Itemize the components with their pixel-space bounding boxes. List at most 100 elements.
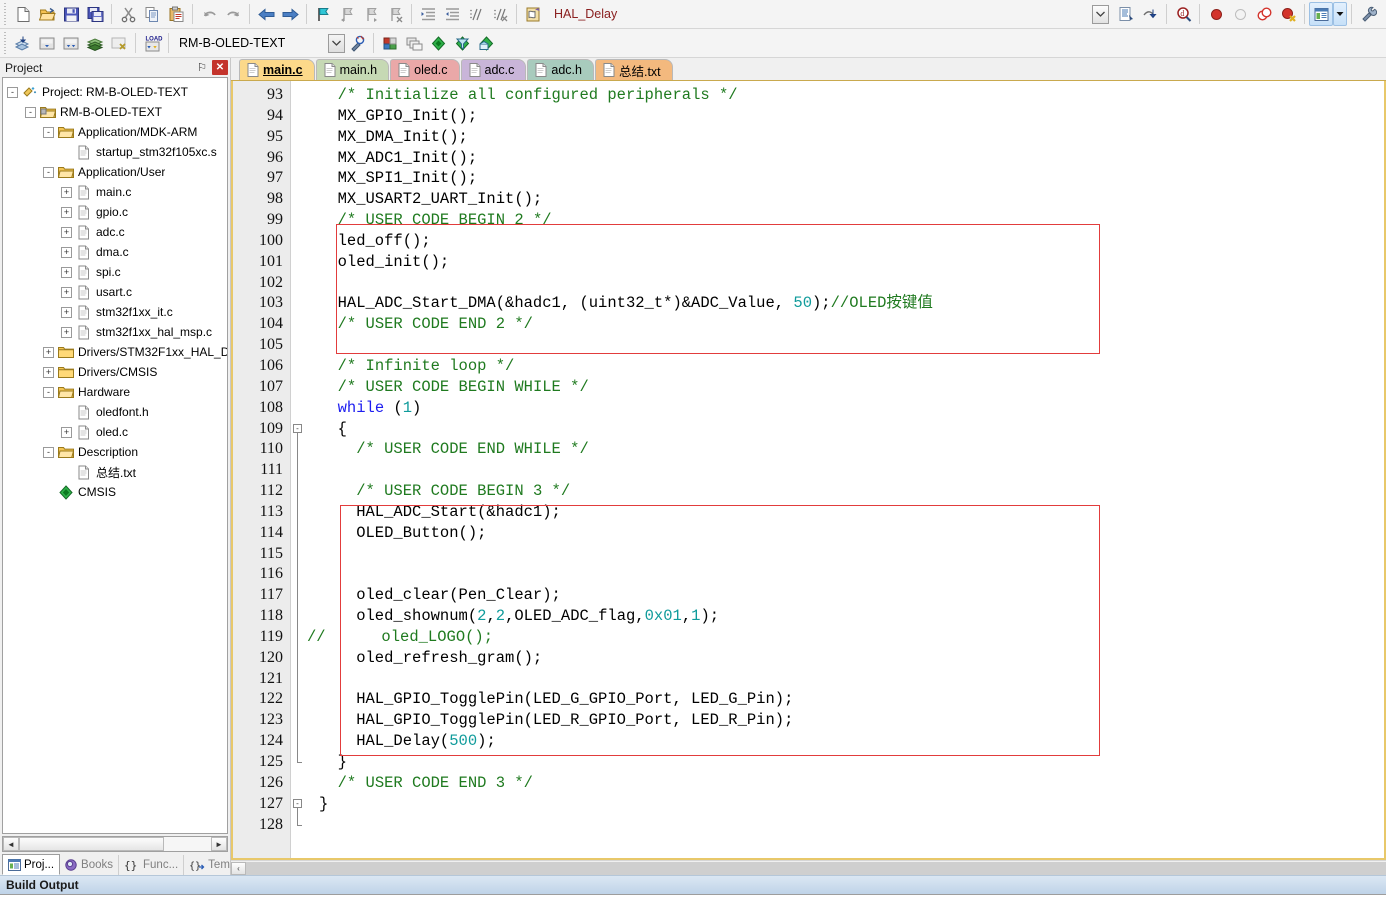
fold-marker-row[interactable] [291,481,307,502]
expand-toggle-icon[interactable]: + [61,286,72,298]
collapse-toggle-icon[interactable]: - [43,126,54,138]
collapse-toggle-icon[interactable]: - [25,106,36,118]
close-icon[interactable]: ✕ [212,60,228,75]
goto-definition-icon[interactable] [521,2,545,26]
manage-project-items-icon[interactable] [378,31,402,55]
indent-left-icon[interactable] [440,2,464,26]
fold-marker-row[interactable] [291,460,307,482]
paste-icon[interactable] [164,2,188,26]
fold-marker-row[interactable] [291,377,307,398]
toolbar-gripper-2[interactable] [2,32,8,54]
new-file-icon[interactable] [11,2,35,26]
tree-item[interactable]: + stm32f1xx_hal_msp.c [7,322,227,342]
multi-project-icon[interactable] [402,31,426,55]
redo-icon[interactable] [221,2,245,26]
tree-item[interactable]: + stm32f1xx_it.c [7,302,227,322]
code-line[interactable]: HAL_Delay(500); [307,731,1384,752]
editor-tab-mainc[interactable]: main.c [239,59,315,80]
fold-marker-row[interactable] [291,85,307,106]
fold-marker-row[interactable] [291,731,307,752]
code-folding-margin[interactable]: -- [291,81,307,858]
breakpoint-disable-icon[interactable] [1228,2,1252,26]
fold-marker-row[interactable] [291,564,307,586]
pin-icon[interactable]: ⚐ [194,60,210,75]
fold-marker-row[interactable] [291,335,307,356]
collapse-toggle-icon[interactable]: - [7,86,18,98]
editor-tab-txt[interactable]: 总结.txt [594,59,673,80]
fold-marker-row[interactable] [291,439,307,461]
fold-marker-row[interactable] [291,689,307,711]
bookmark-next-icon[interactable] [359,2,383,26]
fold-marker-row[interactable] [291,189,307,210]
code-line[interactable]: HAL_GPIO_TogglePin(LED_R_GPIO_Port, LED_… [307,710,1384,731]
code-line[interactable]: /* USER CODE BEGIN 3 */ [307,481,1384,502]
function-combo-dropdown[interactable] [1087,4,1111,24]
configure-icon[interactable] [1356,2,1380,26]
bookmark-clear-icon[interactable] [383,2,407,26]
fold-marker-row[interactable] [291,148,307,169]
fold-marker-row[interactable] [291,273,307,294]
editor-scrollbar-thumb[interactable] [246,861,1386,875]
editor-tab-oledc[interactable]: oled.c [390,59,460,80]
toolbar-gripper[interactable] [2,3,8,25]
code-line[interactable] [307,544,1384,565]
code-line[interactable]: /* USER CODE END WHILE */ [307,439,1384,460]
fold-marker-row[interactable] [291,668,307,690]
fold-marker-row[interactable] [291,106,307,127]
navigate-forward-icon[interactable] [278,2,302,26]
code-line[interactable]: HAL_ADC_Start_DMA(&hadc1, (uint32_t*)&AD… [307,293,1384,314]
breakpoint-insert-icon[interactable] [1204,2,1228,26]
pane-tab-books[interactable]: Books [60,855,120,875]
fold-marker-row[interactable] [291,252,307,273]
load-icon[interactable]: LOAD [140,31,164,55]
code-line[interactable]: /* USER CODE END 3 */ [307,773,1384,794]
pane-tab-func[interactable]: {} Func... [119,855,185,875]
code-line[interactable]: HAL_ADC_Start(&hadc1); [307,502,1384,523]
expand-toggle-icon[interactable]: + [61,226,72,238]
fold-marker-row[interactable] [291,168,307,189]
stop-build-icon[interactable] [107,31,131,55]
code-line[interactable] [307,564,1384,585]
tree-item[interactable]: - Application/User [7,162,227,182]
collapse-toggle-icon[interactable]: - [43,166,54,178]
build-icon[interactable] [35,31,59,55]
editor-tab-adch[interactable]: adc.h [527,59,594,80]
fold-marker-row[interactable] [291,585,307,607]
code-line[interactable]: oled_refresh_gram(); [307,648,1384,669]
tree-item[interactable]: + spi.c [7,262,227,282]
code-line[interactable]: while (1) [307,398,1384,419]
editor-hscrollbar[interactable]: ‹ [231,860,1386,875]
expand-toggle-icon[interactable]: + [61,206,72,218]
code-line[interactable]: { [307,419,1384,440]
collapse-toggle-icon[interactable]: - [43,446,54,458]
copy-icon[interactable] [140,2,164,26]
translate-icon[interactable] [11,31,35,55]
navigate-back-icon[interactable] [254,2,278,26]
code-line[interactable]: /* USER CODE BEGIN WHILE */ [307,377,1384,398]
tree-item[interactable]: + Drivers/CMSIS [7,362,227,382]
tree-item[interactable]: + usart.c [7,282,227,302]
code-line[interactable]: MX_USART2_UART_Init(); [307,189,1384,210]
expand-toggle-icon[interactable]: + [61,306,72,318]
fold-marker-row[interactable] [291,231,307,252]
code-line[interactable]: oled_shownum(2,2,OLED_ADC_flag,0x01,1); [307,606,1384,627]
fold-marker-row[interactable] [291,543,307,565]
tree-item[interactable]: + gpio.c [7,202,227,222]
fold-marker-row[interactable] [291,814,307,836]
project-window-dropdown-icon[interactable] [1333,2,1347,26]
code-line[interactable] [307,273,1384,294]
code-line[interactable]: MX_DMA_Init(); [307,127,1384,148]
collapse-toggle-icon[interactable]: - [43,386,54,398]
tree-item[interactable]: CMSIS [7,482,227,502]
code-line[interactable]: } [307,794,1384,815]
fold-marker-row[interactable]: - [291,419,307,440]
tree-item[interactable]: - Hardware [7,382,227,402]
fold-marker-row[interactable] [291,501,307,523]
tree-item[interactable]: 总结.txt [7,462,227,482]
batch-build-icon[interactable] [83,31,107,55]
editor-tab-adcc[interactable]: adc.c [460,59,527,80]
rebuild-icon[interactable] [59,31,83,55]
project-tree-container[interactable]: - Project: RM-B-OLED-TEXT - RM-B-OLED-TEXT -… [2,77,228,834]
project-tree-hscrollbar[interactable]: ◄ ► [2,836,228,852]
compile-list-icon[interactable] [1114,2,1138,26]
